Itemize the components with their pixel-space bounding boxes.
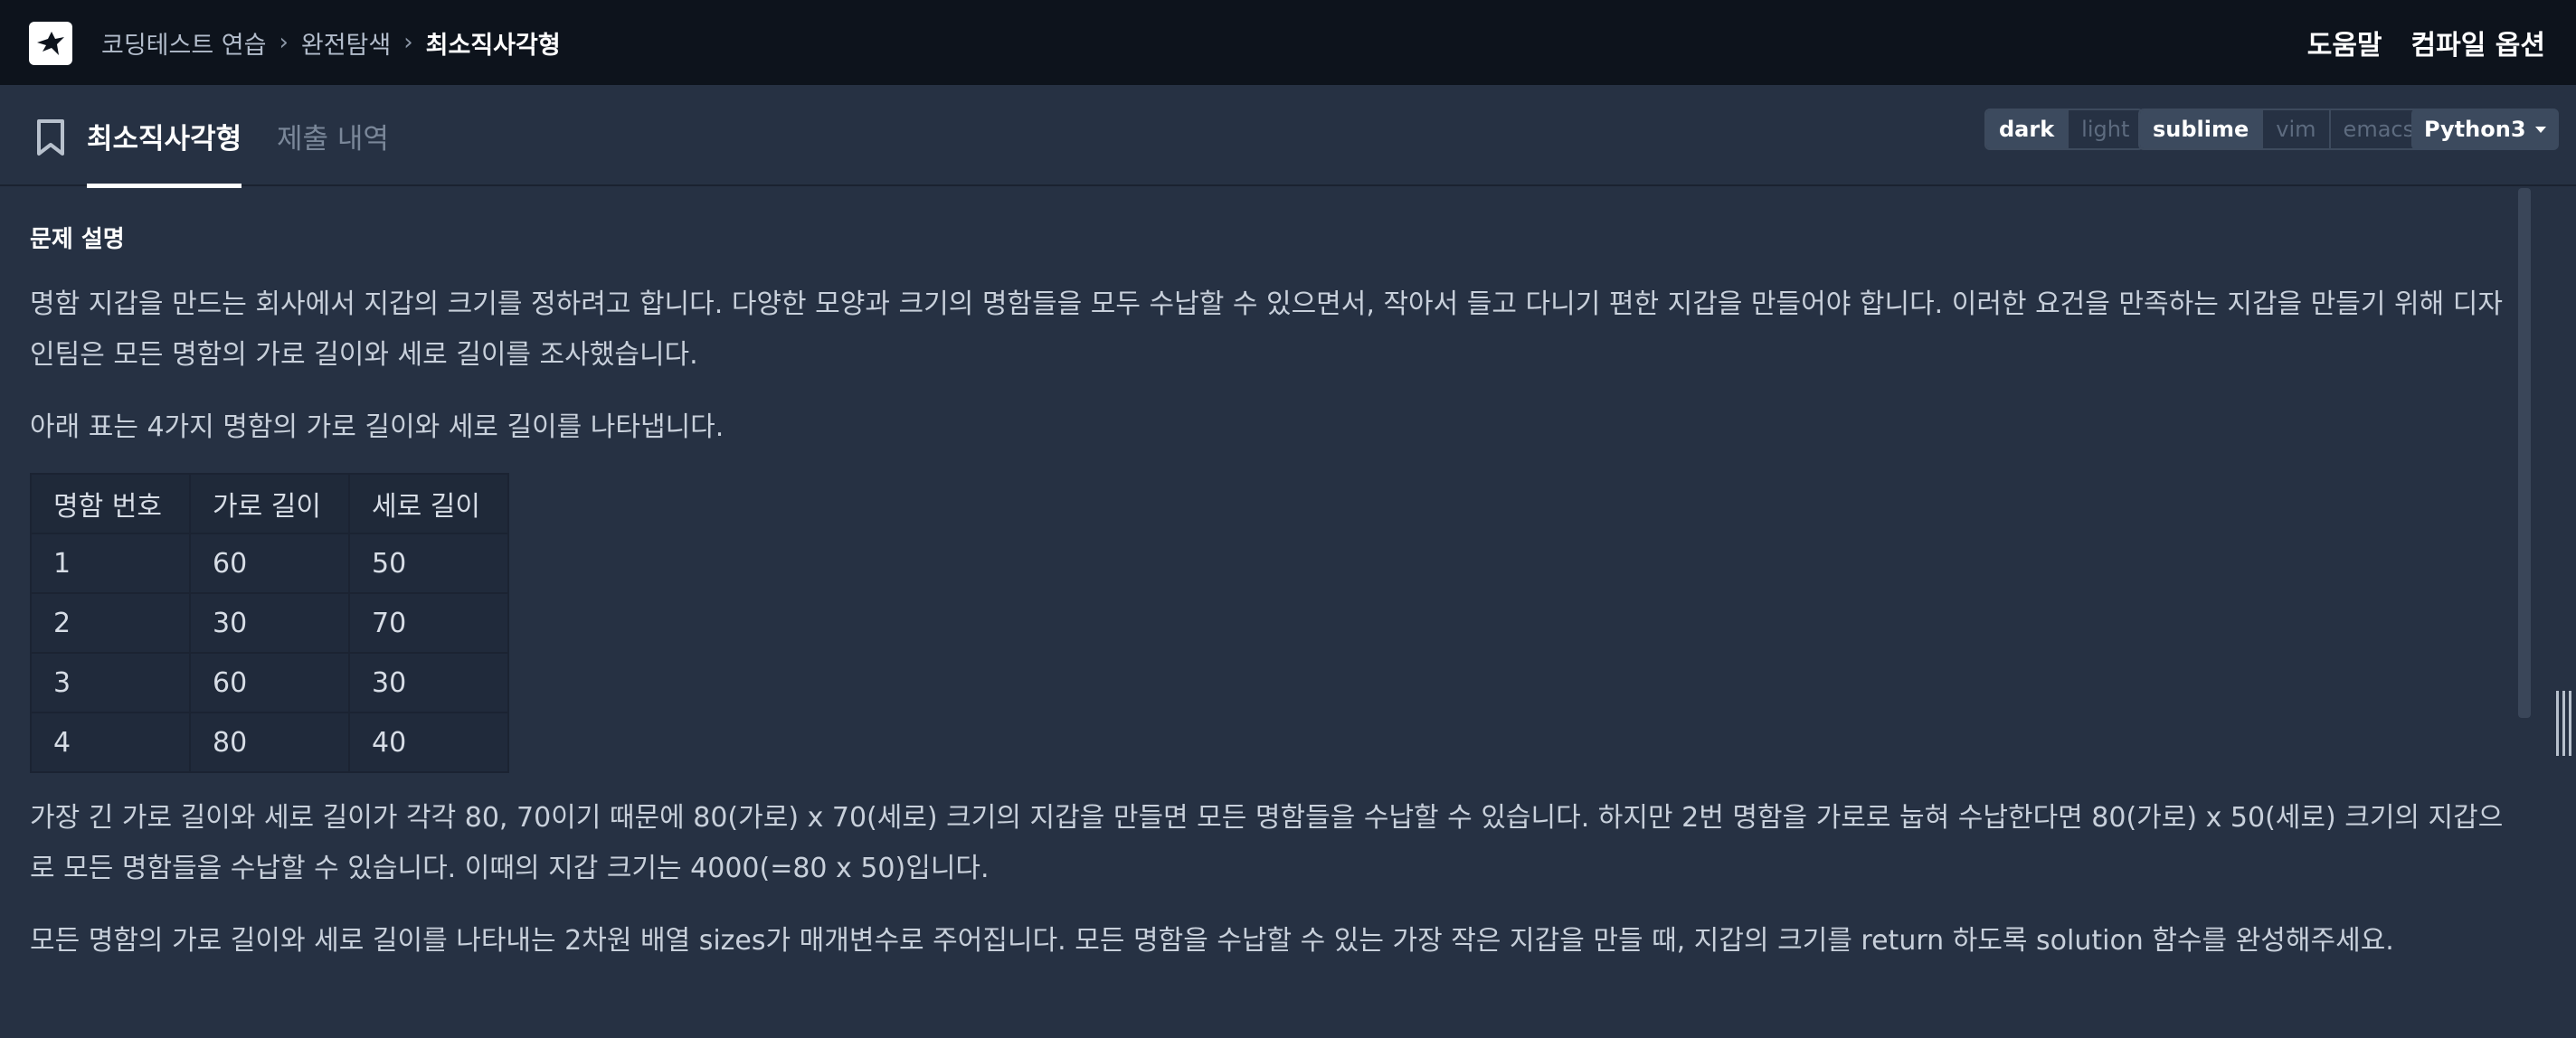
keymap-toggle: sublime vim emacs xyxy=(2138,109,2429,150)
tab-problem[interactable]: 최소직사각형 xyxy=(87,85,242,188)
table-row: 3 60 30 xyxy=(30,652,509,713)
description-scrollbar[interactable] xyxy=(2518,188,2531,718)
help-button[interactable]: 도움말 xyxy=(2307,23,2382,62)
table-row: 1 60 50 xyxy=(30,533,509,594)
table-cell: 60 xyxy=(189,533,350,594)
section-title: 문제 설명 xyxy=(30,226,125,253)
table-cell: 4 xyxy=(30,712,191,773)
table-cell: 80 xyxy=(189,712,350,773)
table-cell: 30 xyxy=(189,592,350,654)
table-cell: 1 xyxy=(30,533,191,594)
theme-toggle: dark light xyxy=(1984,109,2145,150)
chevron-right-icon: › xyxy=(403,29,413,56)
problem-description: 문제 설명 명함 지갑을 만드는 회사에서 지갑의 크기를 정하려고 합니다. … xyxy=(30,186,2508,967)
problem-tab-bar: 최소직사각형 제출 내역 dark light sublime vim emac… xyxy=(0,85,2576,188)
table-header-row: 명함 번호 가로 길이 세로 길이 xyxy=(30,473,509,534)
description-paragraph-3: 가장 긴 가로 길이와 세로 길이가 각각 80, 70이기 때문에 80(가로… xyxy=(30,802,2504,884)
keymap-sublime-option[interactable]: sublime xyxy=(2140,110,2262,148)
table-header-cell: 가로 길이 xyxy=(189,473,350,534)
description-paragraph-1: 명함 지갑을 만드는 회사에서 지갑의 크기를 정하려고 합니다. 다양한 모양… xyxy=(30,288,2503,371)
language-select-label: Python3 xyxy=(2424,117,2526,142)
table-header-cell: 명함 번호 xyxy=(30,473,191,534)
table-cell: 2 xyxy=(30,592,191,654)
panel-resize-handle[interactable] xyxy=(2552,691,2574,756)
table-row: 4 80 40 xyxy=(30,712,509,773)
table-cell: 50 xyxy=(348,533,509,594)
table-row: 2 30 70 xyxy=(30,592,509,654)
chevron-right-icon: › xyxy=(279,29,289,56)
description-paragraph-2: 아래 표는 4가지 명함의 가로 길이와 세로 길이를 나타냅니다. xyxy=(30,411,724,443)
table-cell: 40 xyxy=(348,712,509,773)
theme-light-option[interactable]: light xyxy=(2067,110,2142,148)
compile-options-button[interactable]: 컴파일 옵션 xyxy=(2411,23,2545,62)
breadcrumb-item-coding-test[interactable]: 코딩테스트 연습 xyxy=(101,25,266,61)
top-navigation-bar: 코딩테스트 연습 › 완전탐색 › 최소직사각형 도움말 컴파일 옵션 xyxy=(0,0,2576,85)
table-cell: 30 xyxy=(348,652,509,713)
theme-dark-option[interactable]: dark xyxy=(1986,110,2068,148)
caret-down-icon xyxy=(2534,126,2546,133)
table-header-cell: 세로 길이 xyxy=(348,473,509,534)
tab-submissions[interactable]: 제출 내역 xyxy=(277,85,389,186)
breadcrumb: 코딩테스트 연습 › 완전탐색 › 최소직사각형 xyxy=(101,0,561,85)
description-paragraph-4: 모든 명함의 가로 길이와 세로 길이를 나타내는 2차원 배열 sizes가 … xyxy=(30,925,2394,957)
card-size-table: 명함 번호 가로 길이 세로 길이 1 60 50 2 30 70 3 60 3… xyxy=(30,473,509,773)
bookmark-icon[interactable] xyxy=(33,118,69,157)
header-actions: 도움말 컴파일 옵션 xyxy=(2307,0,2545,85)
breadcrumb-item-current: 최소직사각형 xyxy=(425,31,561,60)
breadcrumb-item-category[interactable]: 완전탐색 xyxy=(301,25,391,61)
programmers-logo-icon[interactable] xyxy=(29,22,72,65)
table-cell: 60 xyxy=(189,652,350,713)
table-cell: 3 xyxy=(30,652,191,713)
keymap-vim-option[interactable]: vim xyxy=(2261,110,2328,148)
language-select[interactable]: Python3 xyxy=(2411,109,2559,150)
table-cell: 70 xyxy=(348,592,509,654)
